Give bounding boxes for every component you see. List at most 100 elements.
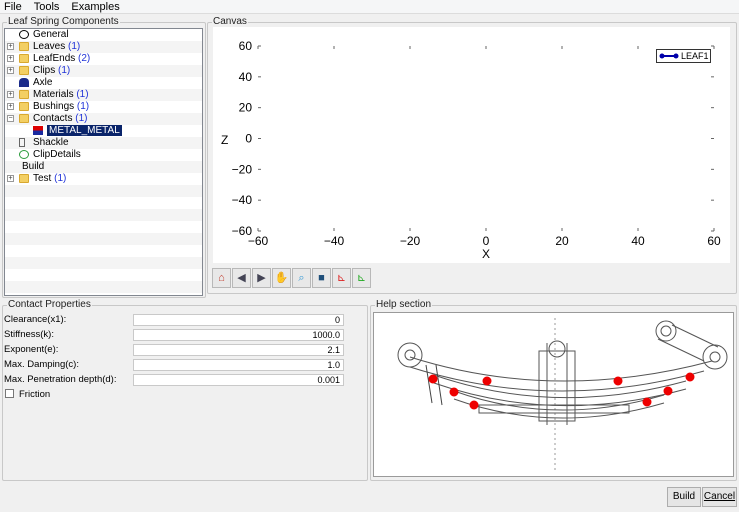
expand-toggle-icon[interactable]: + — [7, 55, 14, 62]
tree-item-label: Bushings — [33, 101, 75, 112]
item-count: (1) — [51, 173, 67, 184]
x-tick-label: 0 — [483, 234, 490, 248]
item-count: (1) — [72, 113, 88, 124]
tree-item-label: Materials — [33, 89, 74, 100]
y-tick-label: 60 — [239, 39, 253, 53]
build-button[interactable]: Build — [667, 487, 701, 507]
expand-toggle-icon[interactable]: + — [7, 67, 14, 74]
empty-row — [5, 197, 202, 209]
folder-icon — [19, 90, 29, 99]
y-tick-label: −60 — [232, 224, 253, 238]
field-input[interactable]: 2.1 — [133, 344, 344, 356]
clipdetails-icon — [19, 150, 29, 159]
general-icon — [19, 30, 29, 39]
x-tick-label: 20 — [555, 234, 569, 248]
tree-item-shackle[interactable]: Shackle — [5, 137, 202, 149]
y-tick-label: 20 — [239, 101, 253, 115]
tree-item-label: Axle — [33, 77, 53, 88]
group-title: Leaf Spring Components — [7, 16, 120, 27]
tree-item-label: Leaves — [33, 41, 66, 52]
xz-axis-icon[interactable]: ⊾ — [332, 268, 351, 288]
x-tick-label: 60 — [707, 234, 721, 248]
menu-file[interactable]: File — [4, 0, 22, 13]
expand-toggle-icon[interactable]: + — [7, 103, 14, 110]
component-tree[interactable]: General + Leaves (1) + LeafEnds (2) + Clips (1… — [4, 28, 203, 296]
folder-icon — [19, 66, 29, 75]
folder-icon — [19, 42, 29, 51]
forward-arrow-icon[interactable]: ▶ — [252, 268, 271, 288]
menu-tools[interactable]: Tools — [34, 0, 60, 13]
folder-icon — [19, 174, 29, 183]
item-count: (1) — [55, 65, 71, 76]
field-label: Max. Damping(c): — [4, 359, 79, 370]
plot-canvas[interactable]: −60 −40 −20 0 20 40 60 60 40 20 0 −20 −40 −60 X Z LEAF1 — [213, 27, 730, 263]
tree-item-test[interactable]: + Test (1) — [5, 173, 202, 185]
tree-item-contacts[interactable]: − Contacts (1) — [5, 113, 202, 125]
friction-label: Friction — [19, 389, 51, 400]
menu-examples[interactable]: Examples — [71, 0, 119, 13]
cancel-button[interactable]: Cancel — [702, 487, 737, 507]
tree-item-label: Test — [33, 173, 52, 184]
tree-item-label: ClipDetails — [33, 149, 81, 160]
group-title: Canvas — [212, 16, 248, 27]
legend-line-icon — [659, 53, 679, 59]
tree-item-label: Contacts — [33, 113, 73, 124]
leaf-spring-diagram — [397, 318, 728, 473]
shackle-icon — [19, 138, 25, 147]
contact-icon — [33, 126, 43, 135]
expand-toggle-icon[interactable]: − — [7, 115, 14, 122]
tree-item-clips[interactable]: + Clips (1) — [5, 65, 202, 77]
friction-checkbox-row[interactable]: Friction — [5, 389, 50, 400]
field-label: Stiffness(k): — [4, 329, 54, 340]
empty-row — [5, 257, 202, 269]
tree-item-build[interactable]: Build — [5, 161, 202, 173]
axle-icon — [19, 78, 29, 87]
expand-toggle-icon[interactable]: + — [7, 43, 14, 50]
tree-item-label: Build — [22, 161, 45, 172]
field-input[interactable]: 0 — [133, 314, 344, 326]
y-tick-label: −20 — [232, 162, 253, 176]
expand-toggle-icon[interactable]: + — [7, 175, 14, 182]
home-icon[interactable]: ⌂ — [212, 268, 231, 288]
folder-icon — [19, 54, 29, 63]
tree-item-label: Shackle — [33, 137, 69, 148]
tree-item-axle[interactable]: Axle — [5, 77, 202, 89]
empty-row — [5, 185, 202, 197]
empty-row — [5, 209, 202, 221]
tree-item-general[interactable]: General — [5, 29, 202, 41]
y-tick-label: 0 — [245, 132, 252, 146]
empty-row — [5, 233, 202, 245]
legend-label: LEAF1 — [681, 51, 709, 61]
tree-item-label: METAL_METAL — [47, 125, 122, 136]
plot-svg: −60 −40 −20 0 20 40 606040200−20−40−60XZ — [221, 39, 721, 261]
field-input[interactable]: 1.0 — [133, 359, 344, 371]
field-label: Exponent(e): — [4, 344, 59, 355]
x-tick-label: −20 — [400, 234, 421, 248]
back-arrow-icon[interactable]: ◀ — [232, 268, 251, 288]
expand-toggle-icon[interactable]: + — [7, 91, 14, 98]
tree-item-leafends[interactable]: + LeafEnds (2) — [5, 53, 202, 65]
tree-item-metal_metal[interactable]: METAL_METAL — [5, 125, 202, 137]
zoom-icon[interactable]: ⌕ — [292, 268, 311, 288]
tree-item-label: LeafEnds — [33, 53, 76, 64]
item-count: (1) — [74, 101, 90, 112]
plot-toolbar: ⌂ ◀ ▶ ✋ ⌕ ■ ⊾ ⊾ — [212, 268, 371, 288]
pan-hand-icon[interactable]: ✋ — [272, 268, 291, 288]
y-tick-label: 40 — [239, 70, 253, 84]
tree-item-label: General — [33, 29, 69, 40]
folder-icon — [19, 102, 29, 111]
empty-row — [5, 221, 202, 233]
empty-row — [5, 269, 202, 281]
field-input[interactable]: 1000.0 — [133, 329, 344, 341]
save-icon[interactable]: ■ — [312, 268, 331, 288]
field-input[interactable]: 0.001 — [133, 374, 344, 386]
tree-item-label: Clips — [33, 65, 56, 76]
tree-item-materials[interactable]: + Materials (1) — [5, 89, 202, 101]
x-axis-label: X — [482, 247, 490, 261]
yx-axis-icon[interactable]: ⊾ — [352, 268, 371, 288]
tree-item-clipdetails[interactable]: ClipDetails — [5, 149, 202, 161]
friction-checkbox[interactable] — [5, 389, 14, 398]
tree-item-bushings[interactable]: + Bushings (1) — [5, 101, 202, 113]
tree-item-leaves[interactable]: + Leaves (1) — [5, 41, 202, 53]
y-tick-label: −40 — [232, 193, 253, 207]
